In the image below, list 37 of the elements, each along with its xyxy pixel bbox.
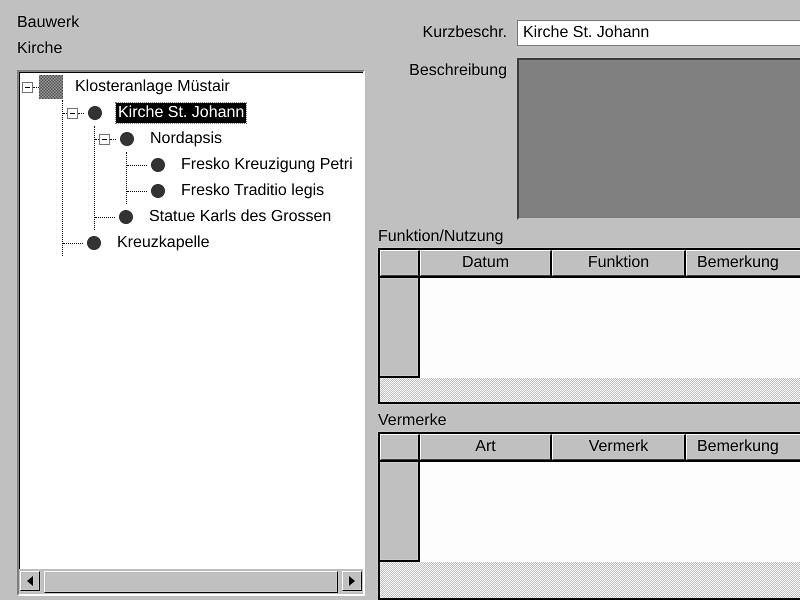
scroll-left-icon[interactable] xyxy=(20,571,40,591)
scroll-thumb[interactable] xyxy=(44,571,338,593)
column-header[interactable]: Vermerk xyxy=(552,434,686,460)
row-selector[interactable] xyxy=(380,278,420,378)
tree-item[interactable]: Kreuzkapelle xyxy=(115,233,212,253)
input-field[interactable]: Kirche St. Johann xyxy=(517,20,800,46)
column-header[interactable]: Funktion xyxy=(552,250,686,276)
scroll-right-icon[interactable] xyxy=(342,571,362,591)
dot-icon xyxy=(87,236,101,250)
tree-item[interactable]: Klosteranlage Müstair xyxy=(73,77,232,97)
entity-label: Bauwerk xyxy=(17,13,80,33)
field-label: Kurzbeschr. xyxy=(422,23,508,43)
dot-icon xyxy=(151,184,165,198)
textured-square-icon xyxy=(39,75,63,99)
tree-item[interactable]: Fresko Kreuzigung Petri xyxy=(179,155,355,175)
tree-item[interactable]: Fresko Traditio legis xyxy=(179,181,326,201)
column-header[interactable]: Bemerkung xyxy=(686,250,800,276)
tree-item[interactable]: Kirche St. Johann xyxy=(116,103,246,123)
column-header[interactable]: Datum xyxy=(420,250,552,276)
horizontal-scrollbar[interactable] xyxy=(19,569,363,594)
section-label: Vermerke xyxy=(377,411,448,431)
column-header[interactable]: Art xyxy=(420,434,552,460)
dot-icon xyxy=(120,132,134,146)
row-selector[interactable] xyxy=(380,462,420,562)
collapse-toggle[interactable] xyxy=(22,82,33,92)
description-field[interactable] xyxy=(517,58,800,220)
dot-icon xyxy=(119,210,133,224)
dot-icon xyxy=(151,158,165,172)
tree-item[interactable]: Statue Karls des Grossen xyxy=(147,207,334,227)
column-header[interactable]: Bemerkung xyxy=(686,434,800,460)
field-label: Beschreibung xyxy=(408,61,508,81)
section-label: Funktion/Nutzung xyxy=(377,227,504,247)
collapse-toggle[interactable] xyxy=(99,134,110,144)
type-label: Kirche xyxy=(17,39,64,59)
tree-item[interactable]: Nordapsis xyxy=(148,129,224,149)
dot-icon xyxy=(88,106,102,120)
collapse-toggle[interactable] xyxy=(67,108,78,118)
